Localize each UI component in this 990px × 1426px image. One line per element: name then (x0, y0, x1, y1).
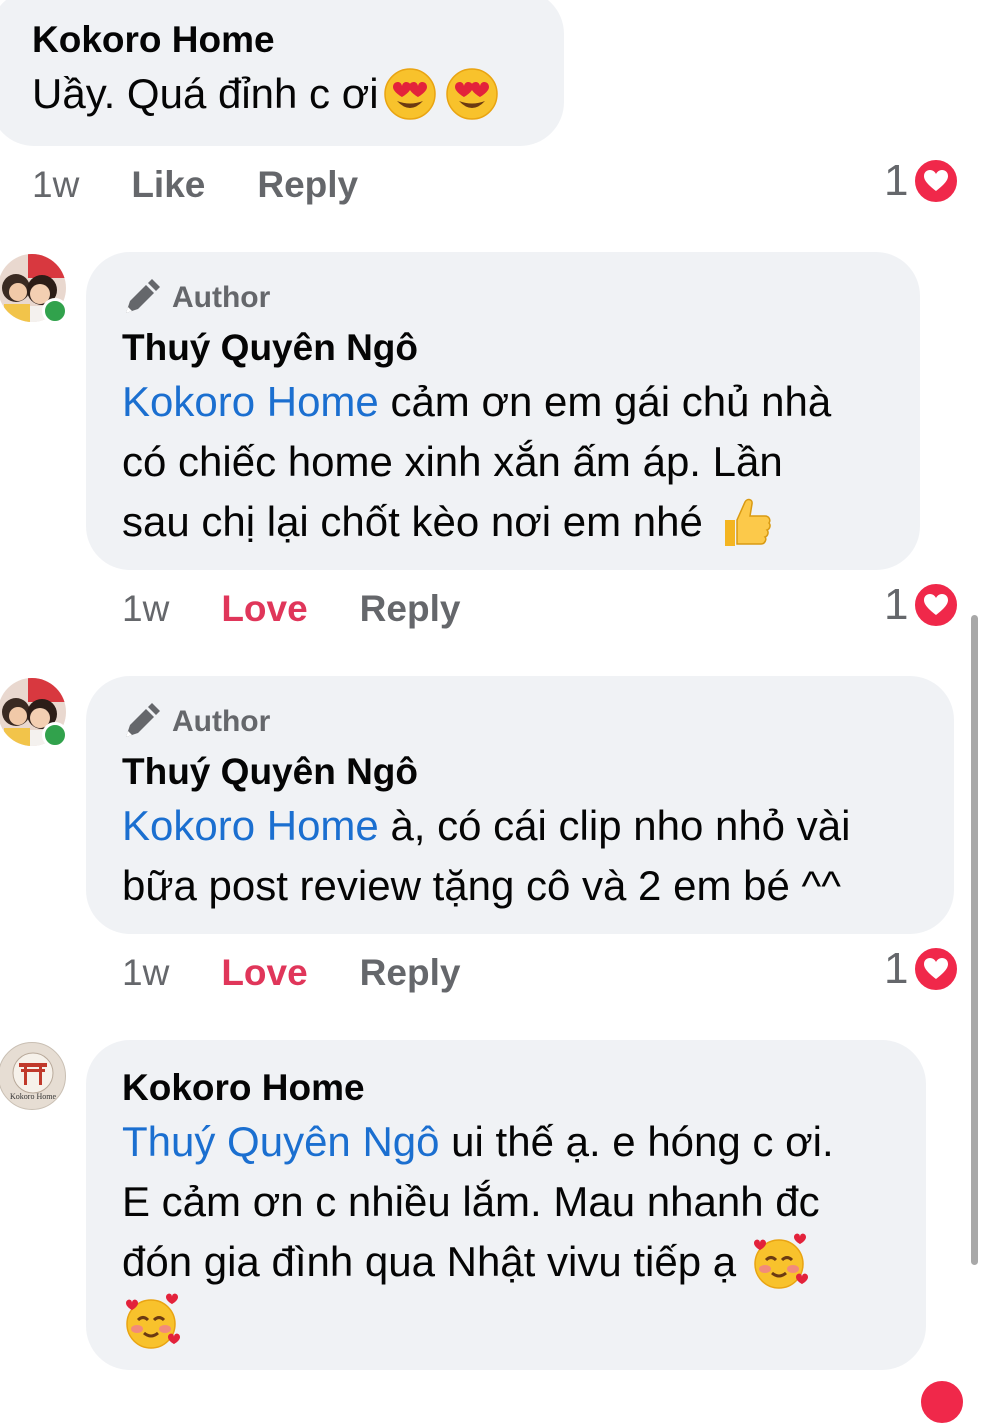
heart-icon (912, 157, 961, 205)
author-badge: Author (122, 702, 954, 742)
text-line: bữa post review tặng cô và 2 em bé ^^ (122, 862, 841, 909)
comment-bubble-2: Author Thuý Quyên Ngô Kokoro Home cảm ơn… (86, 252, 920, 570)
like-button[interactable]: Like (131, 164, 205, 206)
avatar[interactable]: Kokoro Home (0, 1042, 66, 1110)
comment-author[interactable]: Kokoro Home (122, 1066, 926, 1110)
heart-icon (912, 581, 961, 629)
comment-bubble-1: Kokoro Home Uầy. Quá đỉnh c ơi (0, 0, 564, 146)
heart-icon (918, 1378, 966, 1426)
scrollbar[interactable] (971, 615, 978, 1265)
text-line: à, có cái clip nho nhỏ vài (378, 802, 851, 849)
comment-actions-1: 1w Like Reply (32, 160, 358, 210)
text-line: đón gia đình qua Nhật vivu tiếp ạ (122, 1238, 737, 1285)
comment-time[interactable]: 1w (122, 588, 169, 630)
reaction-summary-2[interactable]: 1 (884, 578, 961, 632)
mention-link[interactable]: Kokoro Home (122, 378, 379, 425)
text-line: cảm ơn em gái chủ nhà (378, 378, 832, 425)
comment-time[interactable]: 1w (32, 164, 79, 206)
reaction-count: 1 (884, 156, 909, 205)
heart-eyes-emoji (445, 68, 498, 120)
comment-author[interactable]: Thuý Quyên Ngô (122, 326, 920, 370)
comment-author[interactable]: Kokoro Home (32, 18, 564, 62)
reaction-count: 1 (884, 944, 909, 993)
smiling-hearts-emoji (754, 1233, 809, 1289)
mention-link[interactable]: Thuý Quyên Ngô (122, 1118, 440, 1165)
comment-bubble-4: Kokoro Home Thuý Quyên Ngô ui thế ạ. e h… (86, 1040, 926, 1370)
text-line: có chiếc home xinh xắn ấm áp. Lần (122, 438, 783, 485)
pencil-icon (126, 279, 160, 313)
love-button[interactable]: Love (221, 952, 307, 994)
avatar[interactable] (0, 254, 68, 324)
comment-bubble-3: Author Thuý Quyên Ngô Kokoro Home à, có … (86, 676, 954, 934)
reply-button[interactable]: Reply (360, 588, 461, 630)
comment-text: Thuý Quyên Ngô ui thế ạ. e hóng c ơi. E … (122, 1112, 926, 1352)
author-badge: Author (122, 278, 920, 318)
heart-eyes-emoji (383, 68, 436, 120)
comment-actions-2: 1w Love Reply (122, 584, 460, 634)
comment-time[interactable]: 1w (122, 952, 169, 994)
author-badge-label: Author (172, 281, 271, 314)
thumbs-up-emoji (724, 498, 771, 546)
pencil-icon (126, 703, 160, 737)
comment-text: Uầy. Quá đỉnh c ơi (32, 64, 564, 124)
comment-text: Kokoro Home à, có cái clip nho nhỏ vài b… (122, 796, 954, 916)
heart-icon (912, 945, 961, 993)
love-button[interactable]: Love (221, 588, 307, 630)
mention-link[interactable]: Kokoro Home (122, 802, 379, 849)
logo-text: Kokoro Home (10, 1092, 56, 1101)
online-status-indicator (42, 722, 68, 748)
text-line: ui thế ạ. e hóng c ơi. (439, 1118, 834, 1165)
avatar[interactable] (0, 678, 68, 748)
comment-text-body: Uầy. Quá đỉnh c ơi (32, 70, 379, 117)
reaction-count: 1 (884, 580, 909, 629)
comment-text: Kokoro Home cảm ơn em gái chủ nhà có chi… (122, 372, 920, 552)
smiling-hearts-emoji (126, 1293, 180, 1349)
comment-author[interactable]: Thuý Quyên Ngô (122, 750, 954, 794)
kokoro-home-logo: Kokoro Home (10, 1052, 56, 1101)
text-line: sau chị lại chốt kèo nơi em nhé (122, 498, 703, 545)
reaction-summary-3[interactable]: 1 (884, 942, 961, 996)
author-badge-label: Author (172, 705, 271, 738)
comment-actions-3: 1w Love Reply (122, 948, 460, 998)
online-status-indicator (42, 298, 68, 324)
reaction-summary-1[interactable]: 1 (884, 154, 961, 208)
reply-button[interactable]: Reply (257, 164, 358, 206)
reply-button[interactable]: Reply (360, 952, 461, 994)
text-line: E cảm ơn c nhiều lắm. Mau nhanh đc (122, 1178, 820, 1225)
